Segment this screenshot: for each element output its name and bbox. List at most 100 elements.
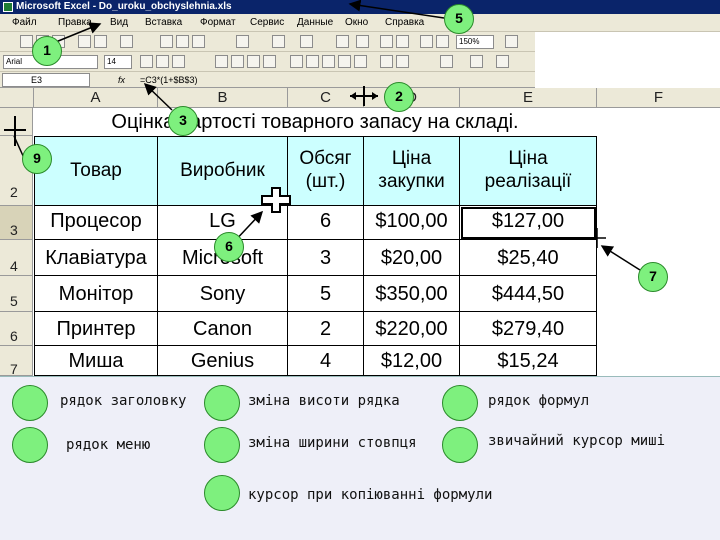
legend-col-width: зміна ширини стовпця bbox=[248, 435, 417, 451]
cell-b6[interactable]: Canon bbox=[158, 312, 288, 346]
cell-a5[interactable]: Монітор bbox=[34, 276, 158, 312]
row-header-6[interactable]: 6 bbox=[0, 312, 33, 346]
badge-9: 9 bbox=[22, 144, 52, 174]
percent-icon[interactable] bbox=[306, 55, 319, 68]
answer-circle-menu-row[interactable] bbox=[12, 427, 48, 463]
answer-circle-copy-cursor[interactable] bbox=[204, 475, 240, 511]
chart-wizard-icon[interactable] bbox=[420, 35, 433, 48]
standard-toolbar: 150% bbox=[0, 32, 535, 52]
print-icon[interactable] bbox=[78, 35, 91, 48]
header-cell-product[interactable]: Товар bbox=[34, 136, 158, 206]
merge-center-icon[interactable] bbox=[263, 55, 276, 68]
align-center-icon[interactable] bbox=[231, 55, 244, 68]
font-color-icon[interactable] bbox=[496, 55, 509, 68]
spelling-icon[interactable] bbox=[120, 35, 133, 48]
cell-a6[interactable]: Принтер bbox=[34, 312, 158, 346]
header-cell-sale-price[interactable]: Ціна реалізації bbox=[460, 136, 597, 206]
currency-icon[interactable] bbox=[290, 55, 303, 68]
row-header-4[interactable]: 4 bbox=[0, 240, 33, 276]
select-all-corner[interactable] bbox=[0, 88, 34, 108]
align-left-icon[interactable] bbox=[215, 55, 228, 68]
format-painter-icon[interactable] bbox=[236, 35, 249, 48]
hyperlink-icon[interactable] bbox=[336, 35, 349, 48]
answer-circle-title-row[interactable] bbox=[12, 385, 48, 421]
font-size-select[interactable]: 14 bbox=[104, 55, 132, 69]
row-header-7[interactable]: 7 bbox=[0, 346, 33, 377]
menu-item-format[interactable]: Формат bbox=[200, 14, 236, 32]
column-header-e[interactable]: E bbox=[460, 88, 597, 108]
cell-a7[interactable]: Миша bbox=[34, 346, 158, 376]
cell-e6[interactable]: $279,40 bbox=[460, 312, 597, 346]
undo-icon[interactable] bbox=[272, 35, 285, 48]
cell-a3[interactable]: Процесор bbox=[34, 206, 158, 240]
increase-decimal-icon[interactable] bbox=[338, 55, 351, 68]
increase-indent-icon[interactable] bbox=[396, 55, 409, 68]
fx-icon[interactable]: fx bbox=[118, 72, 125, 88]
header-cell-volume[interactable]: Обсяг (шт.) bbox=[288, 136, 364, 206]
cell-d7[interactable]: $12,00 bbox=[364, 346, 460, 376]
help-icon[interactable] bbox=[505, 35, 518, 48]
autosum-icon[interactable] bbox=[356, 35, 369, 48]
new-icon[interactable] bbox=[20, 35, 33, 48]
column-header-b[interactable]: B bbox=[158, 88, 288, 108]
menu-item-help[interactable]: Справка bbox=[385, 14, 424, 32]
header-cell-manufacturer[interactable]: Виробник bbox=[158, 136, 288, 206]
cut-icon[interactable] bbox=[160, 35, 173, 48]
bold-icon[interactable] bbox=[140, 55, 153, 68]
cell-c4[interactable]: 3 bbox=[288, 240, 364, 276]
legend-menu-row: рядок меню bbox=[66, 437, 151, 453]
sheet-title-cell[interactable]: Оцінка вартості товарного запасу на скла… bbox=[34, 108, 596, 136]
name-box[interactable]: E3 bbox=[2, 73, 90, 87]
answer-circle-col-width[interactable] bbox=[204, 427, 240, 463]
borders-icon[interactable] bbox=[440, 55, 453, 68]
menu-item-edit[interactable]: Правка bbox=[58, 14, 92, 32]
cell-a4[interactable]: Клавіатура bbox=[34, 240, 158, 276]
cell-d3[interactable]: $100,00 bbox=[364, 206, 460, 240]
row-header-1[interactable] bbox=[0, 108, 33, 136]
comma-style-icon[interactable] bbox=[322, 55, 335, 68]
cell-d6[interactable]: $220,00 bbox=[364, 312, 460, 346]
cell-c7[interactable]: 4 bbox=[288, 346, 364, 376]
cell-c3[interactable]: 6 bbox=[288, 206, 364, 240]
cell-b5[interactable]: Sony bbox=[158, 276, 288, 312]
column-header-f[interactable]: F bbox=[597, 88, 720, 108]
menu-item-file[interactable]: Файл bbox=[12, 14, 37, 32]
menu-item-insert[interactable]: Вставка bbox=[145, 14, 182, 32]
cell-e4[interactable]: $25,40 bbox=[460, 240, 597, 276]
sort-desc-icon[interactable] bbox=[396, 35, 409, 48]
redo-icon[interactable] bbox=[300, 35, 313, 48]
row-header-5[interactable]: 5 bbox=[0, 276, 33, 312]
drawing-icon[interactable] bbox=[436, 35, 449, 48]
cell-c6[interactable]: 2 bbox=[288, 312, 364, 346]
preview-icon[interactable] bbox=[94, 35, 107, 48]
cell-d5[interactable]: $350,00 bbox=[364, 276, 460, 312]
decrease-decimal-icon[interactable] bbox=[354, 55, 367, 68]
decrease-indent-icon[interactable] bbox=[380, 55, 393, 68]
column-header-a[interactable]: A bbox=[34, 88, 158, 108]
answer-circle-formula-row[interactable] bbox=[442, 385, 478, 421]
sort-asc-icon[interactable] bbox=[380, 35, 393, 48]
menu-item-view[interactable]: Вид bbox=[110, 14, 128, 32]
column-header-c[interactable]: C bbox=[288, 88, 364, 108]
cell-e7[interactable]: $15,24 bbox=[460, 346, 597, 376]
answer-circle-mouse-cursor[interactable] bbox=[442, 427, 478, 463]
paste-icon[interactable] bbox=[192, 35, 205, 48]
zoom-select[interactable]: 150% bbox=[456, 35, 494, 49]
copy-icon[interactable] bbox=[176, 35, 189, 48]
cell-c5[interactable]: 5 bbox=[288, 276, 364, 312]
cell-d4[interactable]: $20,00 bbox=[364, 240, 460, 276]
menu-item-tools[interactable]: Сервис bbox=[250, 14, 284, 32]
underline-icon[interactable] bbox=[172, 55, 185, 68]
row-header-3[interactable]: 3 bbox=[0, 206, 33, 240]
cell-e3-selected[interactable]: $127,00 bbox=[460, 206, 597, 240]
answer-circle-row-height[interactable] bbox=[204, 385, 240, 421]
cell-e5[interactable]: $444,50 bbox=[460, 276, 597, 312]
cell-b7[interactable]: Genius bbox=[158, 346, 288, 376]
menu-item-window[interactable]: Окно bbox=[345, 14, 368, 32]
align-right-icon[interactable] bbox=[247, 55, 260, 68]
fill-color-icon[interactable] bbox=[470, 55, 483, 68]
menu-item-data[interactable]: Данные bbox=[297, 14, 333, 32]
italic-icon[interactable] bbox=[156, 55, 169, 68]
header-cell-purchase-price[interactable]: Ціна закупки bbox=[364, 136, 460, 206]
formula-input[interactable]: =C3*(1+$B$3) bbox=[140, 72, 198, 88]
